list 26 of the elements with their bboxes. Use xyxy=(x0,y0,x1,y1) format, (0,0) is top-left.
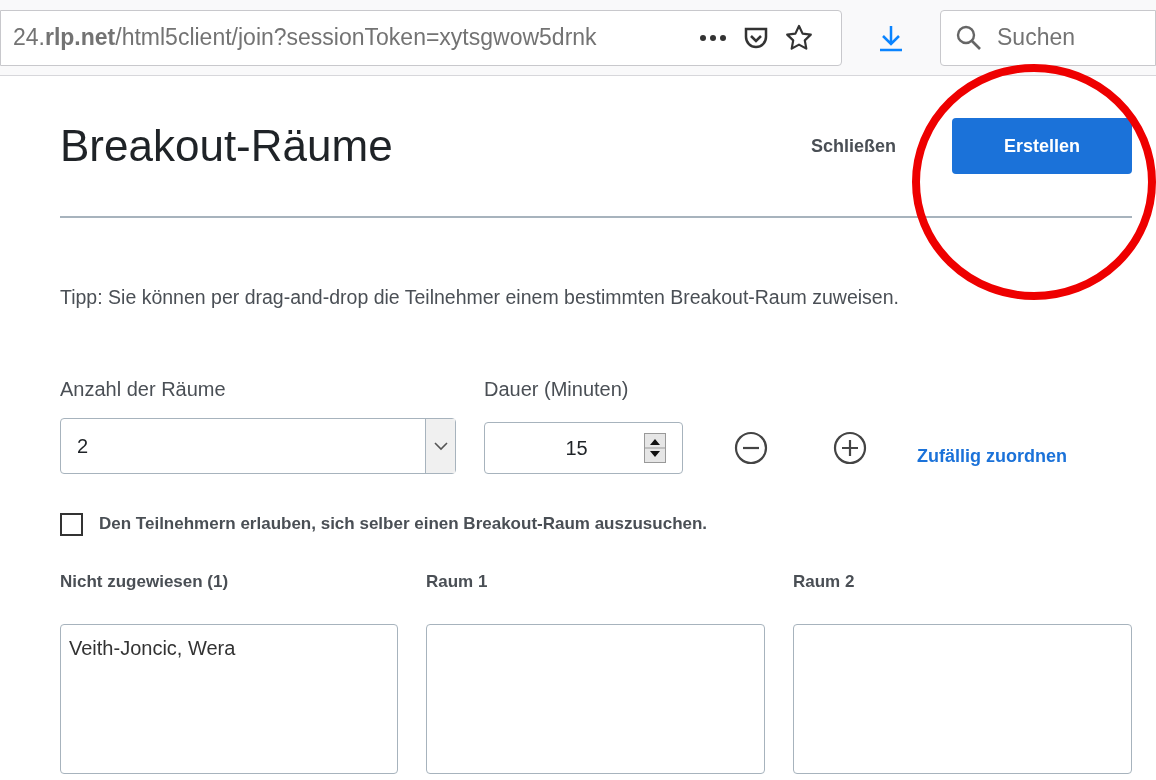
create-button[interactable]: Erstellen xyxy=(952,118,1132,174)
checkbox[interactable] xyxy=(60,512,83,536)
column-title: Raum 1 xyxy=(426,570,489,593)
duration-field[interactable]: 15 xyxy=(484,422,683,475)
column-title: Nicht zugewiesen (1) xyxy=(60,570,230,593)
more-icon[interactable] xyxy=(699,33,727,42)
participant-item[interactable]: Veith-Joncic, Wera xyxy=(69,633,389,664)
search-icon xyxy=(956,24,982,51)
dialog-title: Breakout-Räume xyxy=(60,120,394,172)
room-list[interactable]: Veith-Joncic, Wera xyxy=(60,624,398,775)
url-field[interactable]: 24.rlp.net/html5client/join?sessionToken=xytsgwow5drnk xyxy=(0,9,842,66)
tip-text: Tipp: Sie können per drag-and-drop die Teilnehmer einem bestimmten Breakout-Raum zuweisen. xyxy=(60,285,900,310)
download-icon[interactable] xyxy=(878,23,904,52)
minus-circle-icon[interactable] xyxy=(734,431,768,466)
column-title: Raum 2 xyxy=(793,570,856,593)
close-button[interactable]: Schließen xyxy=(810,132,896,160)
plus-circle-icon[interactable] xyxy=(833,431,867,466)
star-icon[interactable] xyxy=(785,23,813,52)
search-field[interactable]: Suchen xyxy=(940,9,1156,66)
rooms-select[interactable]: 2 xyxy=(60,418,456,475)
spinner-icon[interactable] xyxy=(644,433,666,464)
random-assign-link[interactable]: Zufällig zuordnen xyxy=(917,442,1067,470)
rooms-label: Anzahl der Räume xyxy=(60,377,227,403)
url-text: 24.rlp.net/html5client/join?sessionToken=xytsgwow5drnk xyxy=(13,23,598,53)
duration-label: Dauer (Minuten) xyxy=(484,377,630,403)
checkbox-label: Den Teilnehmern erlauben, sich selber einen Breakout-Raum auszusuchen. xyxy=(99,513,708,536)
